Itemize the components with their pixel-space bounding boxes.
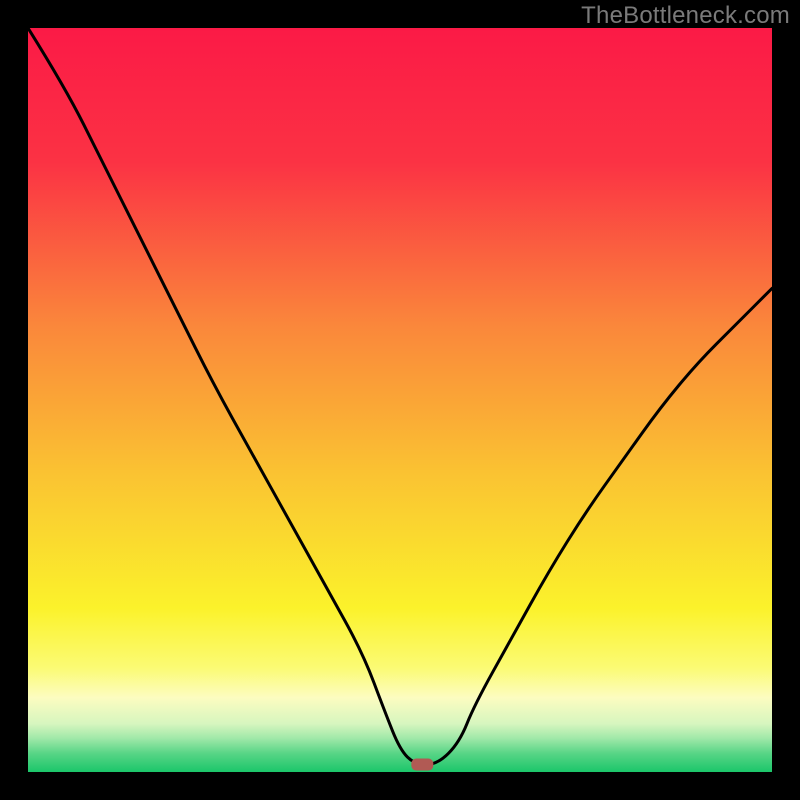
- plot-background: [28, 28, 772, 772]
- optimal-point-marker: [411, 759, 433, 771]
- bottleneck-chart: [28, 28, 772, 772]
- watermark-text: TheBottleneck.com: [581, 2, 790, 30]
- chart-frame: TheBottleneck.com: [0, 0, 800, 800]
- chart-svg: [28, 28, 772, 772]
